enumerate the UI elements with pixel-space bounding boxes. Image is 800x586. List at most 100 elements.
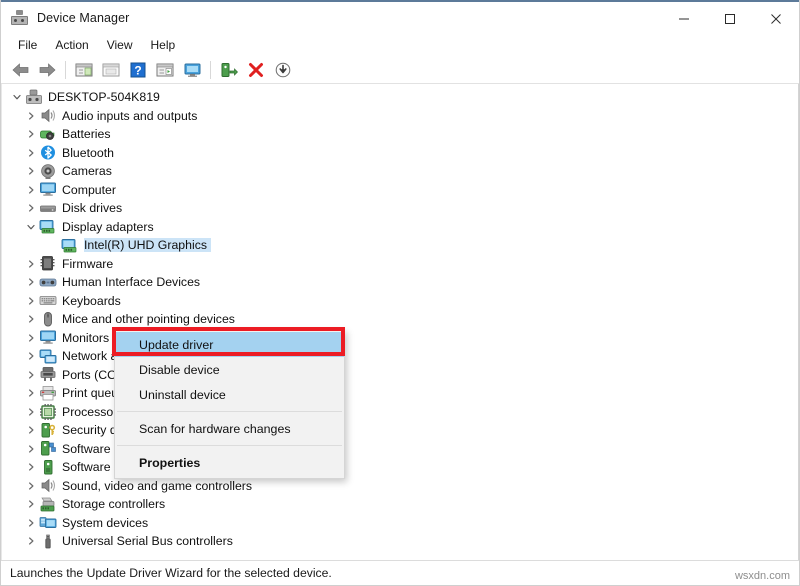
title-bar: Device Manager — [1, 0, 799, 33]
help-button[interactable]: ? — [125, 58, 151, 82]
context-menu-item[interactable]: Disable device — [115, 357, 344, 382]
menu-item-help[interactable]: Help — [142, 36, 185, 54]
forward-button[interactable] — [34, 58, 60, 82]
tree-node[interactable]: Intel(R) UHD Graphics — [2, 236, 798, 255]
update-driver-button[interactable] — [216, 58, 242, 82]
device-manager-icon — [11, 9, 28, 26]
tree-node[interactable]: Disk drives — [2, 199, 798, 218]
tree-node[interactable]: Universal Serial Bus controllers — [2, 532, 798, 551]
close-button[interactable] — [753, 2, 799, 35]
display-adapter-icon — [61, 237, 79, 254]
system-device-icon — [39, 514, 57, 531]
context-menu-item[interactable]: Properties — [115, 450, 344, 475]
monitor-icon — [39, 181, 57, 198]
tree-node[interactable]: Cameras — [2, 162, 798, 181]
chevron-right-icon[interactable] — [22, 495, 39, 513]
chevron-right-icon[interactable] — [22, 366, 39, 384]
chevron-right-icon[interactable] — [22, 532, 39, 550]
camera-icon — [39, 163, 57, 180]
context-menu-item[interactable]: Uninstall device — [115, 382, 344, 407]
chevron-right-icon[interactable] — [22, 347, 39, 365]
context-menu-separator — [117, 445, 342, 446]
properties-button[interactable] — [98, 58, 124, 82]
tree-node-label: Universal Serial Bus controllers — [62, 534, 233, 549]
tree-node[interactable]: Storage controllers — [2, 495, 798, 514]
separator-1 — [65, 60, 66, 79]
chevron-right-icon[interactable] — [22, 421, 39, 439]
tree-node[interactable]: Batteries — [2, 125, 798, 144]
window-title: Device Manager — [37, 10, 130, 25]
chevron-right-icon[interactable] — [22, 199, 39, 217]
chevron-right-icon[interactable] — [22, 107, 39, 125]
battery-icon — [39, 126, 57, 143]
tree-node-label: Bluetooth — [62, 145, 114, 160]
menu-item-view[interactable]: View — [98, 36, 142, 54]
chevron-right-icon[interactable] — [22, 458, 39, 476]
chevron-right-icon[interactable] — [22, 440, 39, 458]
uninstall-device-button[interactable] — [243, 58, 269, 82]
tree-node-label: Keyboards — [62, 293, 121, 308]
software-device-icon — [39, 459, 57, 476]
minimize-button[interactable] — [661, 2, 707, 35]
chevron-right-icon[interactable] — [22, 292, 39, 310]
scan-hardware-changes-button[interactable] — [179, 58, 205, 82]
chevron-right-icon[interactable] — [22, 125, 39, 143]
context-menu-item[interactable]: Scan for hardware changes — [115, 416, 344, 441]
chevron-right-icon[interactable] — [22, 329, 39, 347]
device-manager-window: Device Manager File Action View Help ? D… — [0, 0, 800, 586]
disk-drive-icon — [39, 200, 57, 217]
tree-node-label: Batteries — [62, 127, 111, 142]
tree-node-label: Audio inputs and outputs — [62, 108, 198, 123]
hid-icon — [39, 274, 57, 291]
back-button[interactable] — [7, 58, 33, 82]
chevron-right-icon[interactable] — [22, 273, 39, 291]
menu-item-action[interactable]: Action — [46, 36, 97, 54]
watermark: wsxdn.com — [734, 570, 790, 582]
device-tree-panel[interactable]: DESKTOP-504K819 Audio inputs and outputs B… — [1, 84, 799, 560]
tree-node-label: Human Interface Devices — [62, 275, 201, 290]
tree-node-label: Computer — [62, 182, 116, 197]
show-hide-console-tree-button[interactable] — [71, 58, 97, 82]
chevron-right-icon[interactable] — [22, 144, 39, 162]
tree-node-label: System devices — [62, 515, 149, 530]
context-menu-item[interactable]: Update driver — [115, 332, 344, 357]
tree-node[interactable]: Human Interface Devices — [2, 273, 798, 292]
tree-node-label: Display adapters — [62, 219, 154, 234]
chevron-down-icon[interactable] — [8, 88, 25, 106]
usb-icon — [39, 533, 57, 550]
chevron-right-icon[interactable] — [22, 255, 39, 273]
tree-node-label: Storage controllers — [62, 497, 166, 512]
menu-item-file[interactable]: File — [9, 36, 46, 54]
tree-node[interactable]: Audio inputs and outputs — [2, 107, 798, 126]
chevron-right-icon[interactable] — [22, 162, 39, 180]
monitor-icon — [39, 329, 57, 346]
device-tree: DESKTOP-504K819 Audio inputs and outputs B… — [2, 84, 798, 551]
tree-node[interactable]: Display adapters — [2, 218, 798, 237]
show-hidden-devices-button[interactable] — [152, 58, 178, 82]
tree-node[interactable]: Bluetooth — [2, 144, 798, 163]
tree-node-label: Monitors — [62, 330, 110, 345]
tree-node-label: Sound, video and game controllers — [62, 478, 253, 493]
maximize-button[interactable] — [707, 2, 753, 35]
tree-node[interactable]: System devices — [2, 514, 798, 533]
tree-node[interactable]: DESKTOP-504K819 — [2, 88, 798, 107]
chevron-right-icon[interactable] — [22, 181, 39, 199]
keyboard-icon — [39, 292, 57, 309]
chevron-right-icon[interactable] — [22, 403, 39, 421]
chevron-down-icon[interactable] — [22, 218, 39, 236]
chevron-right-icon[interactable] — [22, 477, 39, 495]
disable-device-button[interactable] — [270, 58, 296, 82]
context-menu-separator — [117, 411, 342, 412]
context-menu[interactable]: Update driver Disable device Uninstall dev… — [114, 329, 345, 479]
speaker-icon — [39, 107, 57, 124]
chevron-right-icon[interactable] — [22, 384, 39, 402]
chevron-right-icon[interactable] — [22, 310, 39, 328]
status-bar: Launches the Update Driver Wizard for th… — [1, 560, 799, 585]
tree-node[interactable]: Mice and other pointing devices — [2, 310, 798, 329]
chevron-right-icon[interactable] — [22, 514, 39, 532]
tree-node[interactable]: Keyboards — [2, 292, 798, 311]
security-device-icon — [39, 422, 57, 439]
tree-node[interactable]: Computer — [2, 181, 798, 200]
tree-node[interactable]: Firmware — [2, 255, 798, 274]
tree-node[interactable]: Sound, video and game controllers — [2, 477, 798, 496]
